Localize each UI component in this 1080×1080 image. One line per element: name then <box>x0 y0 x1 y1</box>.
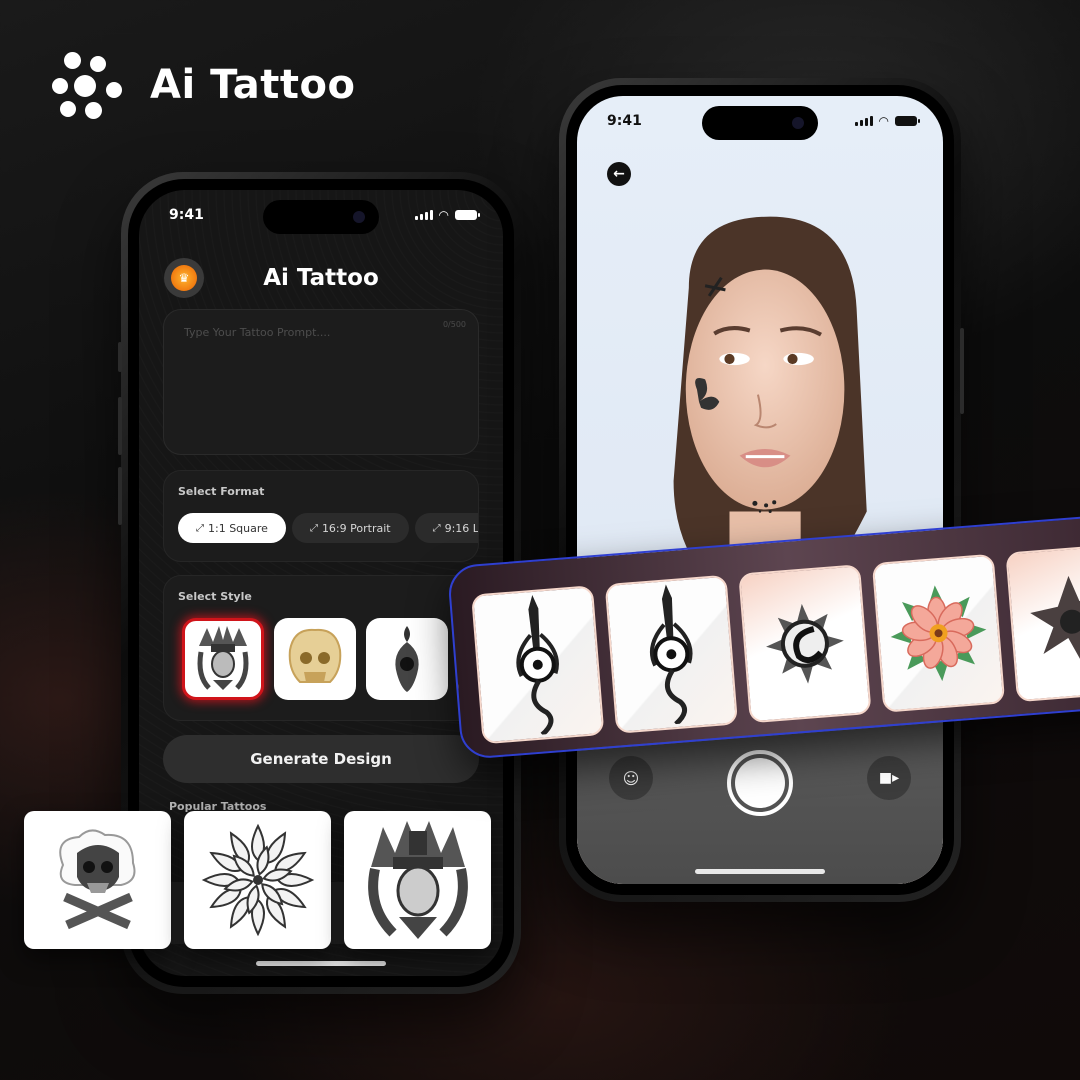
style-option-flame-flower[interactable] <box>366 618 448 700</box>
format-option-portrait[interactable]: ⤢ 16:9 Portrait <box>291 513 409 543</box>
popular-tattoos-row <box>24 811 491 949</box>
app-header: ♛ Ai Tattoo <box>139 254 503 302</box>
format-label: Select Format <box>178 485 265 498</box>
try-on-camera-screen: 9:41 ◠ ← ☺ ■▸ <box>577 96 943 884</box>
dagger-flower-tattoo-image <box>516 594 559 737</box>
expand-icon: ⤢ <box>196 522 204 534</box>
expand-icon: ⤢ <box>309 522 318 534</box>
signal-icon <box>854 116 873 126</box>
format-option-landscape[interactable]: ⤢ 9:16 L <box>414 513 479 543</box>
premium-button[interactable]: ♛ <box>164 258 204 298</box>
dark-flower-tattoo-image <box>1030 575 1080 664</box>
side-button <box>960 328 964 414</box>
shutter-button[interactable] <box>727 750 793 816</box>
style-label: Select Style <box>178 590 252 603</box>
dagger-flower-tattoo-image <box>649 584 693 726</box>
tattoo-option-color-mandala-flower[interactable] <box>871 553 1006 713</box>
battery-icon <box>455 210 480 220</box>
dot-cluster-logo-icon <box>52 52 124 119</box>
flame-flower-tattoo-image <box>395 626 419 692</box>
popular-tattoo-card[interactable] <box>344 811 491 949</box>
app-title: Ai Tattoo <box>263 265 379 291</box>
crown-coin-icon: ♛ <box>171 265 197 291</box>
brand-name: Ai Tattoo <box>150 62 356 108</box>
tattoo-picker-strip <box>446 513 1080 760</box>
format-options: ⤢ 1:1 Square ⤢ 16:9 Portrait ⤢ 9:16 L <box>178 513 479 543</box>
skull-tattoo-machines-image <box>58 829 135 930</box>
status-time: 9:41 <box>169 207 204 223</box>
golden-skull-tattoo-image <box>288 628 342 683</box>
style-option-aztec-warrior[interactable] <box>182 618 264 700</box>
crescent-swirl-tattoo-image <box>766 603 844 684</box>
popular-tattoo-card[interactable] <box>24 811 171 949</box>
side-button <box>118 397 122 455</box>
aztec-warrior-tattoo-image <box>197 626 249 690</box>
video-camera-button[interactable]: ■▸ <box>867 756 911 800</box>
tattoo-option-dark-flower[interactable] <box>1005 543 1080 703</box>
wifi-icon: ◠ <box>438 208 449 222</box>
signal-icon <box>414 210 433 220</box>
face-mask-icon: ☺ <box>622 768 640 788</box>
expand-icon: ⤢ <box>432 522 441 534</box>
style-card: Select Style <box>163 575 479 721</box>
dynamic-island <box>263 200 379 234</box>
prompt-box: 0/500 <box>163 309 479 455</box>
arrow-left-icon: ← <box>613 166 625 182</box>
format-option-label: 9:16 L <box>444 521 479 535</box>
aztec-warrior-head-image <box>367 821 468 939</box>
face-mask-button[interactable]: ☺ <box>609 756 653 800</box>
tattoo-option-crescent-swirl[interactable] <box>738 564 872 724</box>
back-button[interactable]: ← <box>607 162 631 186</box>
tattoo-option-dagger-flower[interactable] <box>471 585 605 745</box>
wifi-icon: ◠ <box>878 114 889 128</box>
style-options <box>182 618 478 700</box>
format-card: Select Format ⤢ 1:1 Square ⤢ 16:9 Portra… <box>163 470 479 562</box>
char-count: 0/500 <box>442 320 466 329</box>
prompt-input[interactable] <box>184 326 458 438</box>
format-option-square[interactable]: ⤢ 1:1 Square <box>178 513 286 543</box>
dynamic-island <box>702 106 818 140</box>
tattoo-option-dagger-flower-2[interactable] <box>604 574 739 734</box>
side-button <box>118 467 122 525</box>
status-time: 9:41 <box>607 113 642 129</box>
popular-tattoo-card[interactable] <box>184 811 331 949</box>
color-mandala-flower-image <box>890 585 987 682</box>
format-option-label: 16:9 Portrait <box>321 521 391 535</box>
generate-design-button[interactable]: Generate Design <box>163 735 479 783</box>
home-indicator <box>256 961 386 966</box>
battery-icon <box>895 116 920 126</box>
brand-header: Ai Tattoo <box>52 52 356 119</box>
video-camera-icon: ■▸ <box>878 770 900 786</box>
mandala-flower-image <box>201 823 314 937</box>
side-button <box>118 342 122 372</box>
format-option-label: 1:1 Square <box>208 521 268 535</box>
right-phone-mockup: 9:41 ◠ ← ☺ ■▸ <box>559 78 964 902</box>
home-indicator <box>695 869 825 874</box>
style-option-golden-skull[interactable] <box>274 618 356 700</box>
